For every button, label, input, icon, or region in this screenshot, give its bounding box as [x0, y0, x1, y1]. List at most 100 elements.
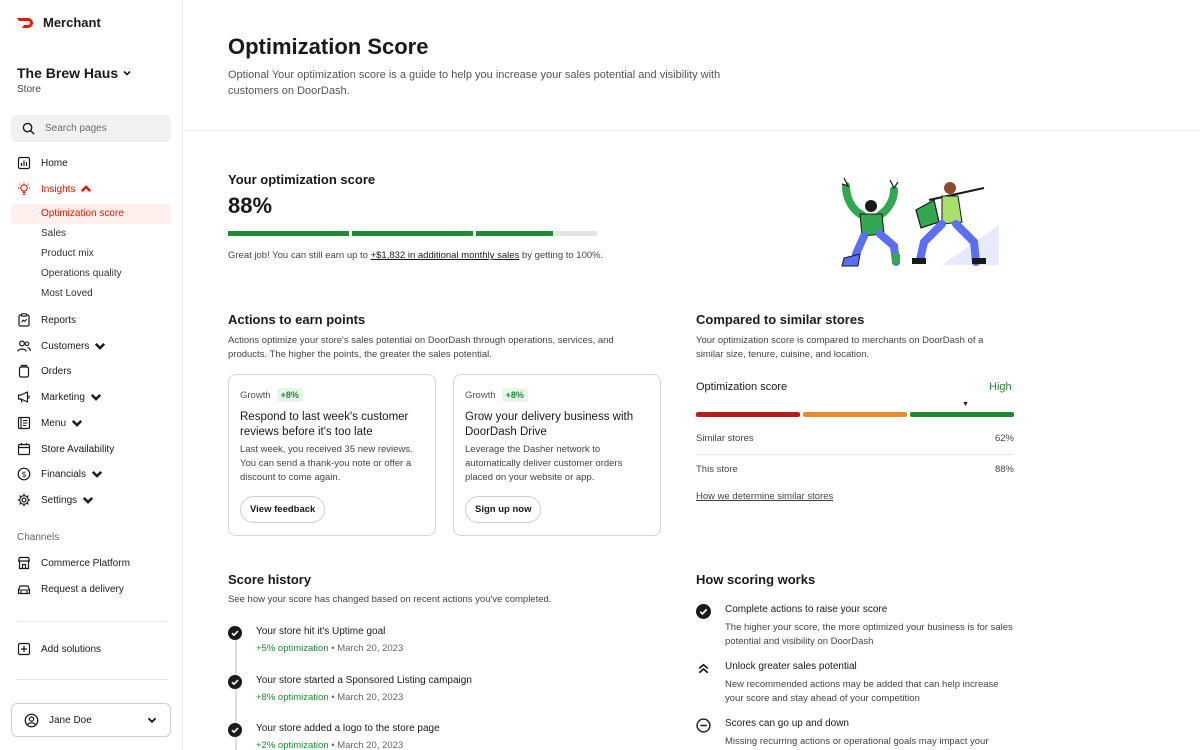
- nav-sales[interactable]: Sales: [41, 228, 66, 239]
- check-circle-icon: [228, 675, 242, 689]
- nav-financials[interactable]: $ Financials: [17, 466, 104, 482]
- compare-row-label: Similar stores: [696, 433, 754, 444]
- svg-text:$: $: [21, 470, 26, 479]
- page-subtitle: Optional Your optimization score is a gu…: [228, 69, 721, 97]
- chart-icon: [17, 156, 31, 170]
- nav-home-label: Home: [41, 157, 68, 169]
- sidebar-divider: [17, 621, 167, 622]
- nav-operations-quality[interactable]: Operations quality: [41, 268, 122, 279]
- card-description: Last week, you received 35 new reviews. …: [240, 444, 413, 483]
- compare-row: Similar stores 62%: [696, 433, 1014, 444]
- page-title: Optimization Score: [228, 34, 429, 59]
- actions-description: Actions optimize your store's sales pote…: [228, 335, 614, 360]
- chevron-down-icon: [123, 70, 131, 76]
- user-name: Jane Doe: [49, 714, 92, 726]
- nav-add-solutions[interactable]: Add solutions: [17, 641, 101, 657]
- search-box[interactable]: [11, 115, 171, 142]
- sidebar: Merchant The Brew Haus Store Home Insigh…: [0, 0, 183, 750]
- check-circle-icon: [696, 604, 711, 619]
- card-tag: Growth +8%: [240, 388, 424, 402]
- compare-score-label: Optimization score: [696, 381, 788, 393]
- storefront-icon: [17, 556, 31, 570]
- channels-label: Channels: [17, 532, 60, 543]
- nav-menu-label: Menu: [41, 417, 67, 429]
- nav-insights[interactable]: Insights: [17, 181, 93, 197]
- card-category: Growth: [240, 389, 271, 401]
- user-circle-icon: [24, 713, 39, 727]
- double-chevron-up-icon: [698, 663, 709, 674]
- store-switcher[interactable]: The Brew Haus: [17, 65, 132, 81]
- nav-store-availability[interactable]: Store Availability: [17, 441, 114, 457]
- store-name: The Brew Haus: [17, 65, 119, 81]
- car-icon: [17, 585, 31, 595]
- history-gain: +5% optimization: [256, 643, 329, 654]
- brand[interactable]: Merchant: [17, 15, 101, 30]
- chevron-up-icon: [81, 185, 92, 192]
- calendar-icon: [17, 443, 31, 456]
- how-heading: How scoring works: [696, 572, 816, 587]
- bag-icon: [18, 364, 30, 378]
- nav-orders[interactable]: Orders: [17, 363, 72, 379]
- history-title: Your store hit it's Uptime goal: [256, 626, 386, 637]
- history-date: March 20, 2023: [337, 740, 404, 750]
- history-meta: +2% optimization • March 20, 2023: [256, 740, 404, 750]
- nav-store-availability-label: Store Availability: [41, 443, 115, 455]
- search-input[interactable]: [45, 123, 155, 134]
- history-title: Your store started a Sponsored Listing c…: [256, 675, 472, 686]
- nav-reports[interactable]: Reports: [17, 312, 76, 328]
- dollar-circle-icon: $: [17, 467, 31, 481]
- compare-row: This store 88%: [696, 464, 1014, 475]
- how-title: Complete actions to raise your score: [725, 604, 888, 615]
- nav-most-loved[interactable]: Most Loved: [41, 288, 93, 299]
- chevron-down-icon: [147, 717, 157, 724]
- nav-menu[interactable]: Menu: [17, 415, 84, 431]
- nav-settings[interactable]: Settings: [17, 492, 95, 508]
- score-message-suffix: by getting to 100%.: [519, 250, 604, 261]
- score-progress-bar: [228, 231, 597, 236]
- nav-optimization-score[interactable]: Optimization score: [11, 204, 171, 224]
- chevron-down-icon: [83, 497, 94, 504]
- bar-high: [910, 412, 1014, 417]
- nav-insights-label: Insights: [41, 183, 76, 195]
- menu-book-icon: [17, 416, 31, 430]
- progress-segment: [352, 231, 473, 236]
- view-feedback-button[interactable]: View feedback: [240, 496, 326, 523]
- history-meta: +5% optimization • March 20, 2023: [256, 643, 404, 654]
- card-title: Respond to last week's customer reviews …: [240, 411, 409, 438]
- compare-heading: Compared to similar stores: [696, 312, 865, 327]
- nav-financials-label: Financials: [41, 468, 87, 480]
- nav-customers-label: Customers: [41, 340, 90, 352]
- plus-square-icon: [17, 642, 31, 656]
- history-title: Your store added a logo to the store pag…: [256, 723, 440, 734]
- nav-settings-label: Settings: [41, 494, 78, 506]
- check-circle-icon: [228, 626, 242, 640]
- history-gain: +8% optimization: [256, 692, 329, 703]
- action-card: Growth +8% Grow your delivery business w…: [453, 374, 661, 536]
- nav-home[interactable]: Home: [17, 155, 68, 171]
- how-description: The higher your score, the more optimize…: [725, 622, 1013, 647]
- actions-heading: Actions to earn points: [228, 312, 366, 327]
- how-title: Scores can go up and down: [725, 718, 849, 729]
- score-value: 88%: [228, 193, 273, 218]
- sign-up-button[interactable]: Sign up now: [465, 496, 542, 523]
- history-description: See how your score has changed based on …: [228, 594, 552, 605]
- chevron-down-icon: [95, 343, 106, 350]
- progress-fill: [476, 231, 554, 236]
- compare-row-value: 88%: [994, 464, 1014, 475]
- nav-product-mix[interactable]: Product mix: [41, 248, 94, 259]
- brand-name: Merchant: [43, 15, 101, 30]
- celebration-illustration: [841, 177, 999, 267]
- sidebar-divider: [17, 679, 167, 680]
- nav-commerce-platform[interactable]: Commerce Platform: [17, 555, 130, 571]
- points-badge: +8%: [501, 388, 528, 402]
- nav-request-delivery[interactable]: Request a delivery: [17, 581, 124, 597]
- similar-stores-link[interactable]: How we determine similar stores: [696, 491, 833, 502]
- nav-customers[interactable]: Customers: [17, 338, 107, 354]
- score-heading: Your optimization score: [228, 172, 376, 187]
- user-menu[interactable]: Jane Doe: [11, 703, 171, 737]
- nav-marketing[interactable]: Marketing: [17, 389, 103, 405]
- megaphone-icon: [17, 391, 30, 403]
- history-date: March 20, 2023: [337, 643, 404, 654]
- how-description: Missing recurring actions or operational…: [725, 736, 989, 747]
- additional-sales-link[interactable]: +$1,832 in additional monthly sales: [371, 250, 520, 261]
